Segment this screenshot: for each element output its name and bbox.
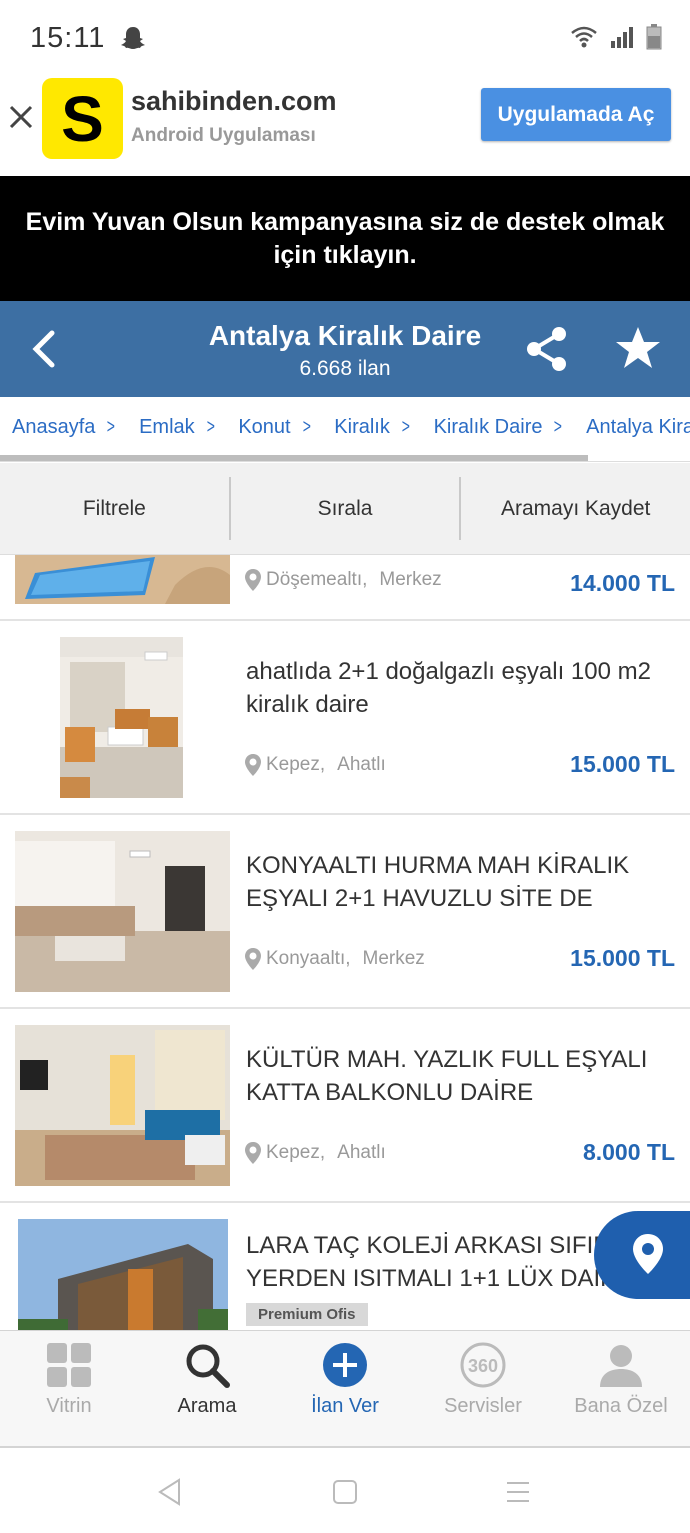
360-icon: 360	[460, 1342, 506, 1388]
open-in-app-button[interactable]: Uygulamada Aç	[481, 88, 671, 141]
listing-list: Döşemealtı, Merkez 14.000 TL ahatlıda 2+1…	[0, 555, 690, 1330]
listing-price: 8.000 TL	[582, 1139, 675, 1165]
location-pin-icon	[633, 1234, 663, 1274]
share-icon[interactable]	[524, 325, 570, 373]
listing-photo	[15, 1025, 230, 1186]
system-menu-icon[interactable]	[505, 1480, 531, 1504]
nav-vitrin[interactable]: Vitrin	[0, 1331, 138, 1446]
chevron-right-icon: >	[401, 416, 410, 438]
breadcrumb-item[interactable]: Kiralık Daire >	[434, 416, 565, 439]
system-navigation-bar	[0, 1448, 690, 1533]
nav-bana-ozel[interactable]: Bana Özel	[552, 1331, 690, 1446]
map-view-button[interactable]	[594, 1211, 690, 1299]
listing-location: Döşemealtı, Merkez	[244, 568, 442, 592]
signal-icon	[611, 27, 633, 48]
chevron-right-icon: >	[554, 416, 563, 438]
battery-icon	[646, 24, 662, 50]
listing-location: Konyaaltı, Merkez	[244, 947, 425, 971]
premium-badge: Premium Ofis	[246, 1303, 368, 1326]
campaign-banner[interactable]: Evim Yuvan Olsun kampanyasına siz de des…	[0, 176, 690, 301]
grid-icon	[47, 1343, 91, 1387]
listing-title: KONYAALTI HURMA MAH KİRALIK EŞYALI 2+1 H…	[246, 852, 630, 912]
app-install-banner: S sahibinden.com Android Uygulaması Uygu…	[0, 78, 690, 176]
favorite-star-icon[interactable]	[615, 325, 661, 371]
nav-servisler[interactable]: 360 Servisler	[414, 1331, 552, 1446]
breadcrumb-item[interactable]: Anasayfa >	[12, 416, 117, 439]
svg-text:360: 360	[468, 1356, 498, 1376]
system-back-icon[interactable]	[157, 1478, 183, 1506]
listing-price: 15.000 TL	[570, 751, 675, 777]
page-header: Antalya Kiralık Daire 6.668 ilan	[0, 301, 690, 397]
page-title: Antalya Kiralık Daire	[208, 320, 482, 351]
list-item[interactable]: KÜLTÜR MAH. YAZLIK FULL EŞYALI KATTA BAL…	[0, 1009, 690, 1203]
list-item[interactable]: ahatlıda 2+1 doğalgazlı eşyalı 100 m2 ki…	[0, 621, 690, 815]
nav-arama[interactable]: Arama	[138, 1331, 276, 1446]
save-search-button[interactable]: Aramayı Kaydet	[461, 463, 690, 554]
app-logo: S	[42, 78, 123, 159]
listing-photo	[15, 555, 230, 604]
chevron-right-icon: >	[206, 416, 215, 438]
listing-count: 6.668 ilan	[299, 357, 391, 380]
listing-location: Kepez, Ahatlı	[244, 1141, 386, 1165]
listing-photo	[15, 831, 230, 992]
listing-price: 14.000 TL	[570, 570, 675, 596]
sort-button[interactable]: Sırala	[231, 463, 460, 554]
divider	[0, 461, 690, 462]
location-pin-icon	[245, 754, 261, 776]
filter-button[interactable]: Filtrele	[0, 463, 229, 554]
breadcrumb-item[interactable]: Kiralık >	[334, 416, 411, 439]
snapchat-icon	[121, 27, 145, 49]
list-item[interactable]: KONYAALTI HURMA MAH KİRALIK EŞYALI 2+1 H…	[0, 815, 690, 1009]
listing-price: 15.000 TL	[570, 945, 675, 971]
user-icon	[600, 1345, 642, 1387]
chevron-right-icon: >	[302, 416, 311, 438]
app-subtitle: Android Uygulaması	[131, 125, 316, 146]
location-pin-icon	[245, 948, 261, 970]
listing-title: KÜLTÜR MAH. YAZLIK FULL EŞYALI KATTA BAL…	[246, 1046, 648, 1106]
close-icon[interactable]	[8, 104, 34, 130]
results-toolbar: Filtrele Sırala Aramayı Kaydet	[0, 463, 690, 555]
list-item[interactable]: LARA TAÇ KOLEJİ ARKASI SIFIR YERDEN ISIT…	[0, 1203, 690, 1330]
search-icon	[186, 1344, 230, 1388]
breadcrumb-item[interactable]: Emlak >	[139, 416, 216, 439]
status-bar: 15:11	[0, 0, 690, 78]
listing-location: Kepez, Ahatlı	[244, 753, 386, 777]
breadcrumb-item[interactable]: Antalya Kiralık	[586, 416, 690, 439]
chevron-right-icon: >	[107, 416, 116, 438]
status-time: 15:11	[30, 22, 106, 54]
nav-ilan-ver[interactable]: İlan Ver	[276, 1331, 414, 1446]
listing-photo	[60, 637, 183, 798]
breadcrumb-item[interactable]: Konut >	[238, 416, 312, 439]
location-pin-icon	[245, 569, 261, 591]
breadcrumb: Anasayfa > Emlak > Konut > Kiralık > Kiralık…	[0, 397, 690, 463]
wifi-icon	[571, 26, 597, 48]
listing-photo	[18, 1219, 228, 1330]
location-pin-icon	[245, 1142, 261, 1164]
system-home-icon[interactable]	[332, 1479, 358, 1505]
app-title: sahibinden.com	[131, 86, 337, 116]
bottom-navigation: Vitrin Arama İlan Ver 360 Servisler Bana…	[0, 1330, 690, 1448]
list-item[interactable]: Döşemealtı, Merkez 14.000 TL	[0, 555, 690, 621]
plus-circle-icon	[323, 1343, 367, 1387]
listing-title: ahatlıda 2+1 doğalgazlı eşyalı 100 m2 ki…	[246, 658, 651, 718]
